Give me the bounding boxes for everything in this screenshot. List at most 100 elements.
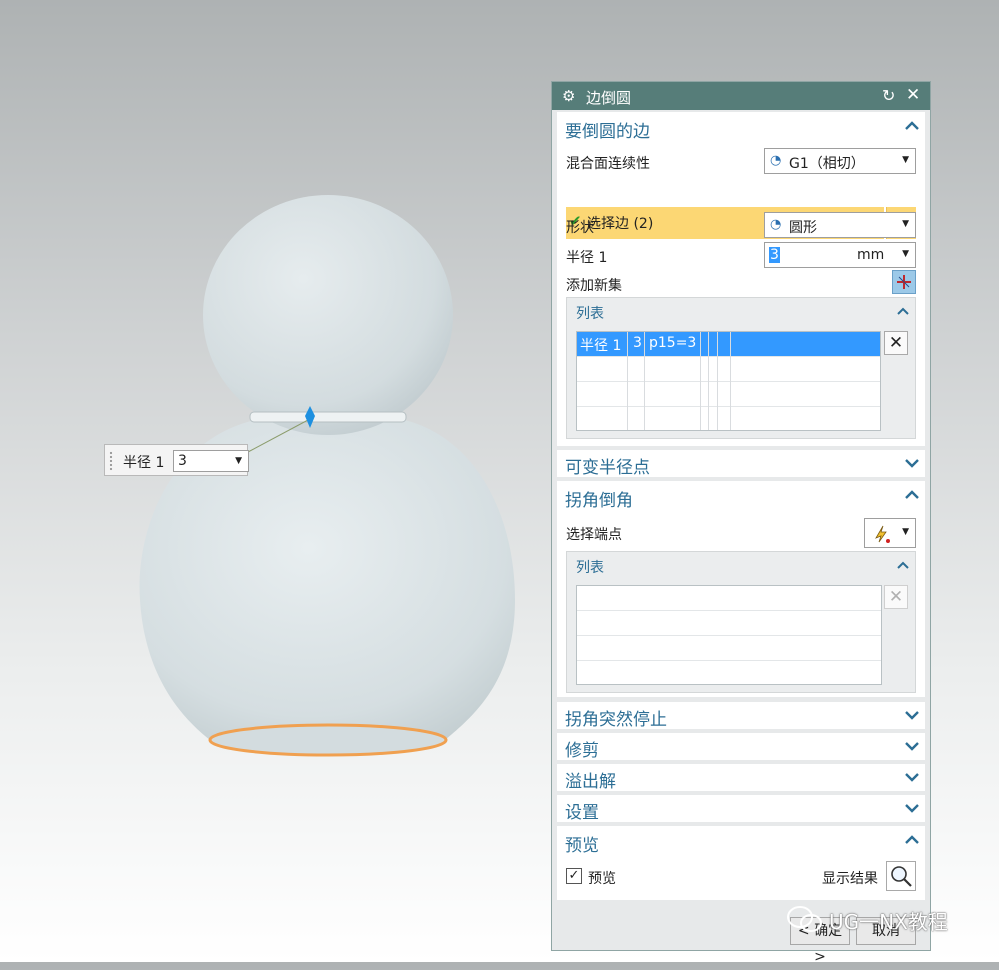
list-item[interactable] (577, 357, 880, 382)
list-item[interactable] (577, 407, 880, 431)
section-preview-header[interactable]: 预览 (557, 826, 925, 856)
section-settings-header[interactable]: 设置 (557, 795, 925, 823)
select-endpoint-button[interactable]: ▼ (864, 518, 916, 548)
list-cell-name: 半径 1 (580, 338, 622, 354)
list-item[interactable] (577, 636, 881, 661)
select-edge-label: 选择边 (2) (587, 216, 654, 232)
chevron-down-icon[interactable] (905, 770, 919, 784)
edge-blend-dialog: ⚙ 边倒圆 ↻ ✕ 要倒圆的边 混合面连续性 ◔ G1（相切） ▼ ✔ 选择边 … (551, 81, 931, 965)
preview-checkbox[interactable]: ✓ (566, 868, 582, 884)
section-corner-title: 拐角倒角 (565, 491, 633, 511)
chevron-down-icon[interactable]: ▼ (235, 451, 242, 471)
list-item[interactable] (577, 661, 881, 685)
edge-list-title: 列表 (576, 306, 604, 322)
section-variable-radius: 可变半径点 (557, 450, 925, 478)
watermark: UG一NX教程 (785, 904, 985, 934)
section-variable-header[interactable]: 可变半径点 (557, 450, 925, 478)
section-overflow: 溢出解 (557, 764, 925, 792)
watermark-text: UG一NX教程 (829, 910, 948, 934)
wechat-icon (787, 906, 822, 932)
gear-icon: ⚙ (562, 87, 576, 105)
column-divider (730, 332, 731, 430)
section-variable-title: 可变半径点 (565, 458, 650, 478)
reset-icon[interactable]: ↻ (882, 86, 895, 105)
callout-radius-input[interactable]: 3 ▼ (173, 450, 249, 472)
section-preview-title: 预览 (565, 836, 599, 856)
column-divider (708, 332, 709, 430)
column-divider (700, 332, 701, 430)
continuity-value: G1（相切） (789, 156, 865, 172)
corner-list[interactable] (576, 585, 882, 685)
continuity-dropdown[interactable]: ◔ G1（相切） ▼ (764, 148, 916, 174)
chevron-down-icon: ▼ (902, 219, 909, 229)
add-new-set-label: 添加新集 (566, 278, 622, 294)
continuity-label: 混合面连续性 (566, 156, 650, 172)
edge-set-list[interactable]: 半径 1 3 p15=3 (576, 331, 881, 431)
radius-callout[interactable]: 半径 1 3 ▼ (104, 444, 249, 476)
callout-radius-value: 3 (178, 453, 187, 469)
radius-value: 3 (769, 247, 780, 263)
dialog-title: 边倒圆 (586, 89, 632, 107)
callout-radius-label: 半径 1 (123, 455, 165, 471)
shape-dropdown[interactable]: ◔ 圆形 ▼ (764, 212, 916, 238)
circular-shape-icon: ◔ (770, 217, 782, 232)
shape-label: 形状 (566, 220, 594, 236)
radius-unit: mm (857, 247, 885, 263)
chevron-down-icon[interactable] (905, 739, 919, 753)
radius-input[interactable]: 3 mm ▼ (764, 242, 916, 268)
close-icon[interactable]: ✕ (906, 85, 920, 105)
chevron-down-icon[interactable] (905, 456, 919, 470)
endpoint-snap-icon (875, 525, 890, 543)
section-edge-header[interactable]: 要倒圆的边 (557, 112, 925, 142)
add-set-icon (897, 275, 911, 289)
list-item[interactable] (577, 611, 881, 636)
chevron-down-icon[interactable]: ▼ (902, 249, 909, 259)
chevron-down-icon: ▼ (902, 155, 909, 165)
section-corner-stop-title: 拐角突然停止 (565, 710, 667, 730)
section-edge: 要倒圆的边 混合面连续性 ◔ G1（相切） ▼ ✔ 选择边 (2) 形状 ◔ 圆… (557, 112, 925, 446)
list-cell-value: 3 (633, 335, 642, 351)
section-corner-header[interactable]: 拐角倒角 (557, 481, 925, 511)
chevron-up-icon[interactable] (905, 833, 919, 847)
list-item[interactable] (577, 586, 881, 611)
corner-list-panel: 列表 ✕ (566, 551, 916, 693)
section-overflow-title: 溢出解 (565, 772, 616, 792)
select-endpoint-label: 选择端点 (566, 527, 622, 543)
chevron-down-icon[interactable] (905, 801, 919, 815)
show-result-button[interactable] (886, 861, 916, 891)
preview-checkbox-label: 预览 (588, 871, 616, 887)
blend-continuity-icon: ◔ (770, 153, 782, 168)
section-trim-header[interactable]: 修剪 (557, 733, 925, 761)
neck-edge-ring[interactable] (249, 411, 407, 423)
magnifier-icon (891, 866, 912, 887)
section-settings: 设置 (557, 795, 925, 823)
chevron-up-icon[interactable] (905, 119, 919, 133)
edge-list-panel: 列表 半径 1 3 p15=3 ✕ (566, 297, 916, 439)
section-trim-title: 修剪 (565, 741, 599, 761)
chevron-up-icon[interactable] (897, 559, 909, 571)
chevron-up-icon[interactable] (905, 488, 919, 502)
delete-row-icon[interactable]: ✕ (884, 331, 908, 355)
bottom-edge-highlight[interactable] (208, 723, 448, 757)
chevron-up-icon[interactable] (897, 305, 909, 317)
section-overflow-header[interactable]: 溢出解 (557, 764, 925, 792)
chevron-down-icon: ▼ (902, 527, 909, 537)
list-item[interactable] (577, 382, 880, 407)
section-edge-title: 要倒圆的边 (565, 122, 650, 142)
chevron-down-icon[interactable] (905, 708, 919, 722)
section-corner-stop: 拐角突然停止 (557, 702, 925, 730)
column-divider (644, 332, 645, 430)
column-divider (627, 332, 628, 430)
add-new-set-button[interactable] (892, 270, 916, 294)
gourd-top-sphere[interactable] (203, 195, 453, 435)
dialog-titlebar[interactable]: ⚙ 边倒圆 ↻ ✕ (552, 82, 930, 110)
section-corner-stop-header[interactable]: 拐角突然停止 (557, 702, 925, 730)
callout-grip[interactable] (109, 451, 113, 471)
shape-value: 圆形 (789, 220, 817, 236)
delete-row-icon[interactable]: ✕ (884, 585, 908, 609)
list-cell-expression: p15=3 (649, 335, 697, 351)
corner-list-title: 列表 (576, 560, 604, 576)
section-settings-title: 设置 (565, 803, 599, 823)
list-item[interactable]: 半径 1 3 p15=3 (577, 332, 880, 357)
section-corner-setback: 拐角倒角 选择端点 ▼ 列表 ✕ (557, 481, 925, 697)
